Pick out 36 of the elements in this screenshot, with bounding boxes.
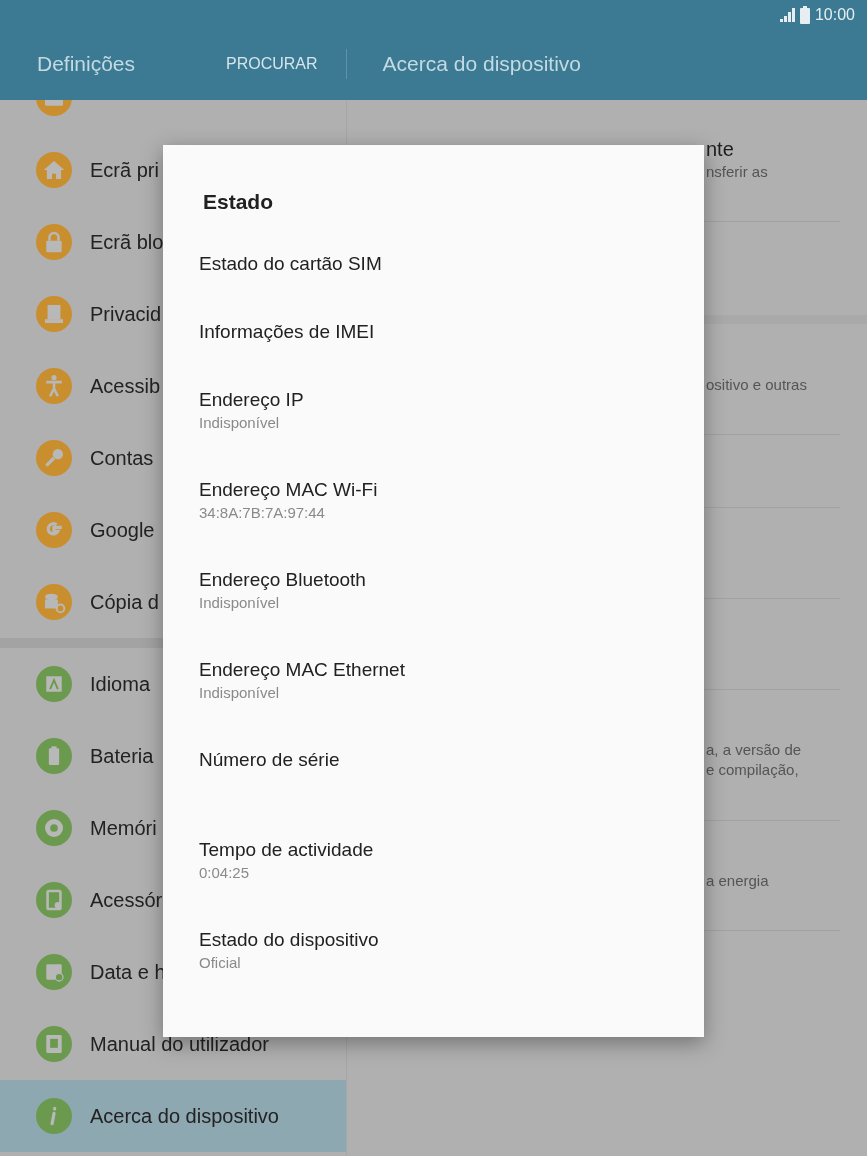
sidebar-label: Memóri xyxy=(90,816,157,841)
setting-description: e compilação, xyxy=(706,760,799,780)
item-title: Número de série xyxy=(199,748,340,772)
sidebar-label: Google xyxy=(90,518,155,543)
setting-description: a, a versão de xyxy=(706,740,802,760)
item-value: 0:04:25 xyxy=(199,863,250,883)
sidebar-label: Acessór xyxy=(90,888,163,913)
item-title: Endereço MAC Ethernet xyxy=(199,658,405,682)
item-title: Tempo de actividade xyxy=(199,838,374,862)
header-title: Definições xyxy=(37,51,137,78)
sidebar-label: Acessib xyxy=(90,374,161,399)
page-title: Acerca do dispositivo xyxy=(381,51,581,78)
sidebar-label: Acerca do dispositivo xyxy=(90,1104,279,1129)
sidebar-label: Manual do utilizador xyxy=(90,1032,269,1057)
sidebar-label: Contas xyxy=(90,446,154,471)
item-value: Indisponível xyxy=(199,593,280,613)
setting-title: nte xyxy=(706,137,734,162)
item-title: Estado do dispositivo xyxy=(199,928,379,952)
item-value: Indisponível xyxy=(199,413,280,433)
item-value: Oficial xyxy=(199,953,241,973)
setting-description: ositivo e outras xyxy=(706,375,807,395)
sidebar-label: Ecrã blo xyxy=(90,230,164,255)
item-title: Endereço MAC Wi-Fi xyxy=(199,478,378,502)
item-title: Endereço Bluetooth xyxy=(199,568,366,592)
sidebar-label: Privacid xyxy=(90,302,162,327)
setting-description: nsferir as xyxy=(706,162,768,182)
sidebar-label: Bateria xyxy=(90,744,154,769)
sidebar-label: Cópia d xyxy=(90,590,159,615)
clock: 10:00 xyxy=(814,5,855,25)
sidebar-label: Idioma xyxy=(90,672,151,697)
dialog-title: Estado xyxy=(203,190,273,213)
sidebar-label: Ecrã pri xyxy=(90,158,159,183)
item-value: Indisponível xyxy=(199,683,280,703)
setting-description: a energia xyxy=(706,871,769,891)
item-value: 34:8A:7B:7A:97:44 xyxy=(199,503,325,523)
item-title: Endereço IP xyxy=(199,388,304,412)
